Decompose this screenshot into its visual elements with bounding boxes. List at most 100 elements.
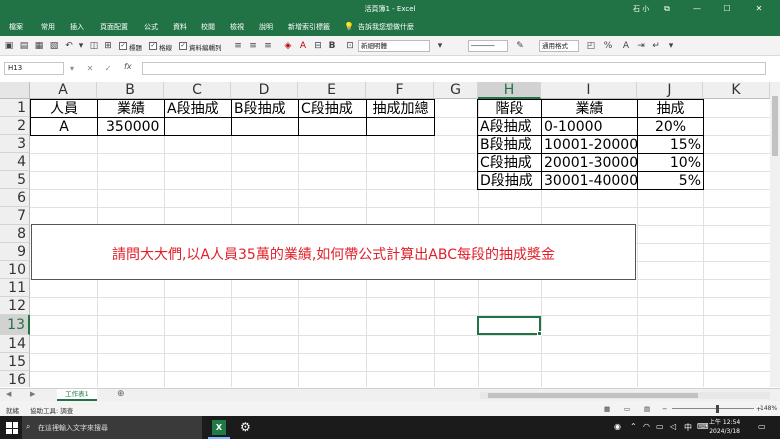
close-button[interactable]: ✕ [752, 2, 766, 16]
bold-icon[interactable]: B [326, 40, 338, 52]
cell-E2[interactable] [298, 117, 367, 136]
row-header-13[interactable]: 13 [0, 315, 30, 335]
row-header-11[interactable]: 11 [0, 279, 30, 297]
cell-C1[interactable]: A段抽成 [164, 99, 232, 118]
accessibility-status[interactable]: 協助工具: 調查 [30, 405, 73, 415]
row-header-16[interactable]: 16 [0, 371, 30, 387]
wifi-icon[interactable]: ◠ [643, 422, 650, 431]
fill-handle[interactable] [537, 331, 542, 336]
zoom-slider[interactable] [672, 408, 754, 409]
cell-J3[interactable]: 15% [637, 135, 704, 154]
formula-input[interactable] [142, 62, 766, 75]
clock[interactable]: 上午 12:54 2024/3/18 [709, 418, 740, 436]
tab-help[interactable]: 說明 [259, 22, 273, 32]
taskbar-search[interactable]: ⌕ 在這裡輸入文字來搜尋 [22, 416, 202, 439]
cell-C2[interactable] [164, 117, 232, 136]
merge-icon[interactable]: ⊡ [344, 40, 356, 52]
tab-review[interactable]: 校閱 [201, 22, 215, 32]
vertical-scroll-thumb[interactable] [772, 96, 778, 156]
indent-icon[interactable]: ⇥ [635, 40, 647, 52]
tab-view[interactable]: 檢視 [230, 22, 244, 32]
tab-data[interactable]: 資料 [173, 22, 187, 32]
line-color-icon[interactable]: ✎ [514, 40, 526, 52]
cell-J4[interactable]: 10% [637, 153, 704, 172]
align-right-icon[interactable]: ≡ [262, 40, 274, 52]
battery-icon[interactable]: ▭ [656, 422, 664, 431]
cell-I1[interactable]: 業績 [541, 99, 638, 118]
fill-color-icon[interactable]: ◈ [282, 40, 294, 52]
page-layout-view-icon[interactable]: ▭ [624, 405, 630, 413]
name-box[interactable]: H13 [4, 62, 64, 75]
zoom-slider-knob[interactable] [716, 405, 719, 413]
font-name-select[interactable]: 新細明體 [358, 40, 430, 52]
select-all-button[interactable] [0, 82, 30, 99]
row-header-4[interactable]: 4 [0, 153, 30, 171]
font-dropdown-icon[interactable]: ▾ [434, 40, 446, 52]
keyboard-icon[interactable]: ⌨ [697, 422, 709, 431]
column-header-E[interactable]: E [298, 82, 366, 99]
user-tray-icon[interactable]: ◉ [614, 422, 621, 431]
column-header-K[interactable]: K [703, 82, 770, 99]
windows-start-icon[interactable] [6, 422, 18, 434]
add-sheet-icon[interactable]: ⊕ [117, 389, 125, 399]
undo-dropdown-icon[interactable]: ▾ [75, 40, 87, 52]
cell-I4[interactable]: 20001-30000 [541, 153, 638, 172]
cell-B1[interactable]: 業績 [97, 99, 165, 118]
cell-F2[interactable] [366, 117, 435, 136]
column-header-J[interactable]: J [637, 82, 703, 99]
cell-J1[interactable]: 抽成 [637, 99, 704, 118]
row-header-10[interactable]: 10 [0, 261, 30, 279]
question-textbox[interactable]: 請問大大們,以A人員35萬的業績,如何帶公式計算出ABC每段的抽成獎金 [31, 224, 636, 280]
enter-icon[interactable]: ✓ [102, 62, 114, 75]
active-cell-H13[interactable] [477, 316, 542, 336]
cell-H1[interactable]: 階段 [477, 99, 542, 118]
cell-H5[interactable]: D段抽成 [477, 171, 542, 190]
border-style-select[interactable]: ────── [468, 40, 508, 52]
cell-H3[interactable]: B段抽成 [477, 135, 542, 154]
cell-A2[interactable]: A [30, 117, 98, 136]
settings-gear-icon[interactable]: ⚙ [240, 420, 251, 434]
sheet-next-icon[interactable]: ▶ [30, 390, 35, 398]
cell-D2[interactable] [231, 117, 299, 136]
column-header-H[interactable]: H [478, 82, 541, 99]
cell-D1[interactable]: B段抽成 [231, 99, 299, 118]
horizontal-scroll-thumb[interactable] [488, 393, 698, 398]
row-header-6[interactable]: 6 [0, 189, 30, 207]
undo-icon[interactable]: ↶ [63, 40, 75, 52]
tab-page-layout[interactable]: 頁面配置 [100, 22, 128, 32]
cancel-icon[interactable]: ✕ [84, 62, 96, 75]
cell-H4[interactable]: C段抽成 [477, 153, 542, 172]
ribbon-display-icon[interactable]: ⧉ [660, 2, 674, 16]
formula-bar-checkbox[interactable]: ✓ [179, 42, 187, 50]
tab-file[interactable]: 檔案 [9, 22, 23, 32]
cell-B2[interactable]: 350000 [97, 117, 165, 136]
font-size-icon[interactable]: A [620, 40, 632, 52]
row-header-12[interactable]: 12 [0, 297, 30, 315]
maximize-button[interactable]: ☐ [720, 2, 734, 16]
column-header-D[interactable]: D [231, 82, 298, 99]
column-header-A[interactable]: A [30, 82, 97, 99]
zoom-out-icon[interactable]: − [662, 405, 667, 413]
cell-J2[interactable]: 20% [637, 117, 704, 136]
align-center-icon[interactable]: ≡ [247, 40, 259, 52]
row-header-8[interactable]: 8 [0, 225, 30, 243]
sheet-prev-icon[interactable]: ◀ [6, 390, 11, 398]
percent-icon[interactable]: % [602, 40, 614, 52]
border-icon[interactable]: ⊟ [312, 40, 324, 52]
tab-formulas[interactable]: 公式 [144, 22, 158, 32]
row-header-2[interactable]: 2 [0, 117, 30, 135]
ime-indicator[interactable]: 中 [684, 422, 692, 433]
row-header-3[interactable]: 3 [0, 135, 30, 153]
tab-home[interactable]: 常用 [41, 22, 55, 32]
zoom-level[interactable]: 148% [760, 405, 777, 412]
name-box-dropdown-icon[interactable]: ▾ [66, 62, 78, 75]
row-header-5[interactable]: 5 [0, 171, 30, 189]
row-header-1[interactable]: 1 [0, 99, 30, 117]
font-color-icon[interactable]: A [297, 40, 309, 52]
number-format-select[interactable]: 通用格式 [539, 40, 579, 52]
gridlines-checkbox[interactable]: ✓ [149, 42, 157, 50]
column-header-C[interactable]: C [164, 82, 231, 99]
tab-insert[interactable]: 插入 [70, 22, 84, 32]
column-header-I[interactable]: I [541, 82, 637, 99]
print-preview-icon[interactable]: ▤ [18, 40, 30, 52]
